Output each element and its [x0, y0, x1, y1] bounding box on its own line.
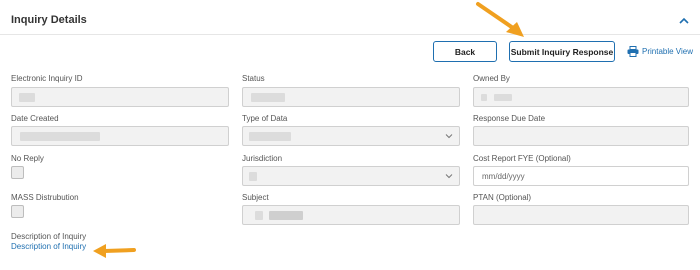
jurisdiction-select[interactable]: [242, 166, 460, 186]
redacted-value: [249, 132, 291, 141]
printer-icon: [627, 45, 639, 57]
cost-report-fye-label: Cost Report FYE (Optional): [473, 154, 571, 163]
subject-field: [242, 205, 460, 225]
ptan-field: [473, 205, 689, 225]
cost-report-fye-input[interactable]: mm/dd/yyyy: [473, 166, 689, 186]
mass-distribution-checkbox[interactable]: [11, 205, 24, 218]
type-of-data-label: Type of Data: [242, 114, 288, 123]
status-label: Status: [242, 74, 265, 83]
redacted-value: [19, 93, 35, 102]
date-created-label: Date Created: [11, 114, 59, 123]
redacted-value: [20, 132, 100, 141]
description-of-inquiry-link[interactable]: Description of Inquiry: [11, 242, 86, 251]
printable-view-link[interactable]: Printable View: [627, 45, 693, 57]
owned-by-label: Owned By: [473, 74, 510, 83]
panel-title: Inquiry Details: [11, 14, 87, 26]
no-reply-label: No Reply: [11, 154, 44, 163]
electronic-inquiry-id-label: Electronic Inquiry ID: [11, 74, 83, 83]
submit-inquiry-response-button[interactable]: Submit Inquiry Response: [509, 41, 615, 62]
redacted-value: [494, 94, 512, 101]
header-divider: [0, 34, 700, 35]
redacted-value: [481, 94, 487, 101]
response-due-date-field: [473, 126, 689, 146]
redacted-value: [251, 93, 285, 102]
annotation-arrow-description: [93, 244, 136, 258]
redacted-value: [269, 211, 303, 220]
status-field: [242, 87, 460, 107]
back-button[interactable]: Back: [433, 41, 497, 62]
type-of-data-select[interactable]: [242, 126, 460, 146]
no-reply-checkbox[interactable]: [11, 166, 24, 179]
annotation-arrow-submit: [476, 2, 524, 37]
redacted-value: [255, 211, 263, 220]
owned-by-field: [473, 87, 689, 107]
chevron-down-icon: [445, 134, 453, 139]
response-due-date-label: Response Due Date: [473, 114, 546, 123]
description-label: Description of Inquiry: [11, 232, 87, 241]
chevron-down-icon: [445, 174, 453, 179]
electronic-inquiry-id-field: [11, 87, 229, 107]
printable-view-label: Printable View: [642, 46, 693, 56]
subject-label: Subject: [242, 193, 269, 202]
chevron-up-icon[interactable]: [678, 16, 690, 26]
jurisdiction-label: Jurisdiction: [242, 154, 283, 163]
redacted-value: [249, 172, 257, 181]
mass-distribution-label: MASS Distrubution: [11, 193, 79, 202]
date-created-field: [11, 126, 229, 146]
ptan-label: PTAN (Optional): [473, 193, 532, 202]
